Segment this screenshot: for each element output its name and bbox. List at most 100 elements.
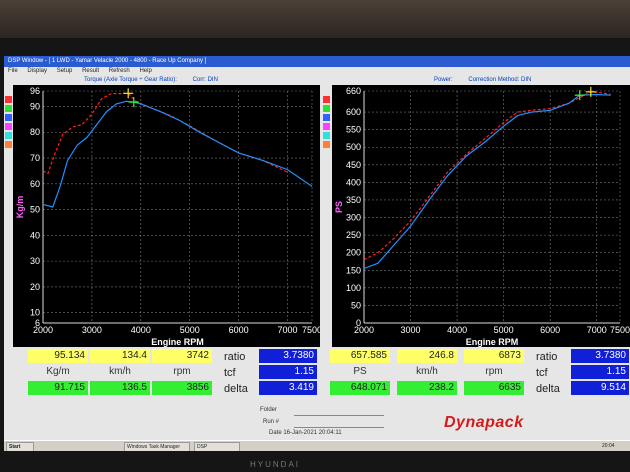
date-text: Date 16-Jan-2021 20:04:11 — [269, 430, 342, 436]
rpm-run2-value: 3856 — [152, 381, 212, 395]
y-tick-label: 350 — [346, 195, 361, 205]
run-color-swatch[interactable] — [5, 105, 12, 112]
x-tick-label: 6000 — [540, 325, 560, 335]
y-tick-label: 200 — [346, 248, 361, 258]
run-color-swatch[interactable] — [5, 123, 12, 130]
x-tick-label: 3000 — [401, 325, 421, 335]
run-color-swatch[interactable] — [5, 132, 12, 139]
run-label: Run # — [263, 419, 280, 425]
y-tick-label: 40 — [30, 230, 40, 240]
run-color-list-left — [5, 96, 13, 150]
x-tick-label: 7000 — [278, 325, 298, 335]
run-color-swatch[interactable] — [323, 132, 330, 139]
x-tick-label: 7500 — [302, 325, 320, 335]
run-color-swatch[interactable] — [323, 114, 330, 121]
y-tick-label: 50 — [351, 300, 361, 310]
run-field[interactable] — [294, 427, 384, 428]
taskbar-dsp[interactable]: DSP — [194, 442, 240, 451]
torque-run1-value: 95.134 — [28, 349, 88, 363]
torque-unit: Kg/m — [46, 366, 70, 377]
y-tick-label: 10 — [30, 308, 40, 318]
delta-value: 3.419 — [259, 381, 317, 395]
speed-unit: km/h — [416, 366, 438, 377]
window-title: DSP Window - [ 1 LWD - Yamar Velacle 200… — [4, 56, 630, 67]
menu-display[interactable]: Display — [27, 68, 47, 74]
menu-result[interactable]: Result — [82, 68, 99, 74]
y-tick-label: 20 — [30, 282, 40, 292]
tcf-label: tcf — [536, 367, 548, 379]
rpm-run1-value: 6873 — [464, 349, 524, 363]
menu-setup[interactable]: Setup — [57, 68, 73, 74]
dynapack-logo: Dynapack — [444, 414, 524, 431]
x-tick-label: 5000 — [180, 325, 200, 335]
run-color-swatch[interactable] — [5, 141, 12, 148]
taskbar: Start Windows Task Manager DSP 20:04 — [4, 440, 630, 451]
x-tick-label: 5000 — [494, 325, 514, 335]
menu-refresh[interactable]: Refresh — [109, 68, 130, 74]
power-unit: PS — [353, 366, 367, 377]
x-tick-label: 7500 — [610, 325, 630, 335]
ratio-value: 3.7380 — [259, 349, 317, 363]
run-color-swatch[interactable] — [323, 105, 330, 112]
power-run2-value: 648.071 — [330, 381, 390, 395]
y-axis-label: PS — [334, 201, 344, 213]
y-tick-label: 6 — [35, 318, 40, 328]
speed-run2-value: 136.5 — [90, 381, 150, 395]
start-button[interactable]: Start — [6, 442, 34, 451]
torque-chart-svg: 2000 3000 4000 5000 6000 7000 7500610203040506… — [15, 86, 322, 347]
series-run1-line — [363, 91, 611, 261]
x-tick-label: 4000 — [131, 325, 151, 335]
y-tick-label: 0 — [356, 318, 361, 328]
speed-unit: km/h — [109, 366, 131, 377]
x-tick-label: 7000 — [587, 325, 607, 335]
y-tick-label: 660 — [346, 86, 361, 96]
y-tick-label: 60 — [30, 179, 40, 189]
x-tick-label: 3000 — [82, 325, 102, 335]
y-tick-label: 50 — [30, 205, 40, 215]
ratio-label: ratio — [224, 351, 246, 363]
rpm-unit: rpm — [173, 366, 191, 377]
run-color-swatch[interactable] — [5, 96, 12, 103]
run-color-swatch[interactable] — [323, 96, 330, 103]
screen: DSP Window - [ 1 LWD - Yamar Velacle 200… — [4, 56, 630, 451]
taskbar-task-manager[interactable]: Windows Task Manager — [124, 442, 190, 451]
power-run1-value: 657.585 — [330, 349, 390, 363]
y-tick-label: 250 — [346, 230, 361, 240]
speed-run1-value: 246.8 — [397, 349, 457, 363]
x-tick-label: 6000 — [229, 325, 249, 335]
y-axis-label: Kg/m — [15, 196, 25, 219]
y-tick-label: 30 — [30, 256, 40, 266]
y-tick-label: 100 — [346, 283, 361, 293]
power-header: Power: Correction Method: DIN — [434, 76, 531, 85]
menu-help[interactable]: Help — [139, 68, 151, 74]
y-tick-label: 150 — [346, 265, 361, 275]
background-wall — [0, 0, 630, 40]
delta-label: delta — [224, 383, 248, 395]
x-tick-label: 4000 — [447, 325, 467, 335]
run-color-list-right — [323, 96, 331, 150]
series-run1-line — [42, 92, 288, 175]
torque-title: Torque (Axle Torque ÷ Gear Ratio): — [84, 77, 177, 83]
menu-file[interactable]: File — [8, 68, 18, 74]
run-color-swatch[interactable] — [5, 114, 12, 121]
power-title: Power: — [434, 77, 453, 83]
x-axis-label: Engine RPM — [151, 337, 204, 347]
y-tick-label: 400 — [346, 177, 361, 187]
tcf-label: tcf — [224, 367, 236, 379]
rpm-run1-value: 3742 — [152, 349, 212, 363]
y-tick-label: 80 — [30, 127, 40, 137]
run-color-swatch[interactable] — [323, 141, 330, 148]
y-tick-label: 96 — [30, 86, 40, 96]
power-chart: 2000 3000 4000 5000 6000 7000 7500 0 50 100 150 200… — [332, 85, 630, 347]
y-tick-label: 450 — [346, 160, 361, 170]
torque-run2-value: 91.715 — [28, 381, 88, 395]
folder-field[interactable] — [294, 415, 384, 416]
rpm-run2-value: 6635 — [464, 381, 524, 395]
tcf-value: 1.15 — [571, 365, 629, 379]
taskbar-clock: 20:04 — [602, 443, 615, 449]
delta-label: delta — [536, 383, 560, 395]
delta-value: 9.514 — [571, 381, 629, 395]
run-color-swatch[interactable] — [323, 123, 330, 130]
ratio-value: 3.7380 — [571, 349, 629, 363]
x-axis-label: Engine RPM — [466, 337, 519, 347]
